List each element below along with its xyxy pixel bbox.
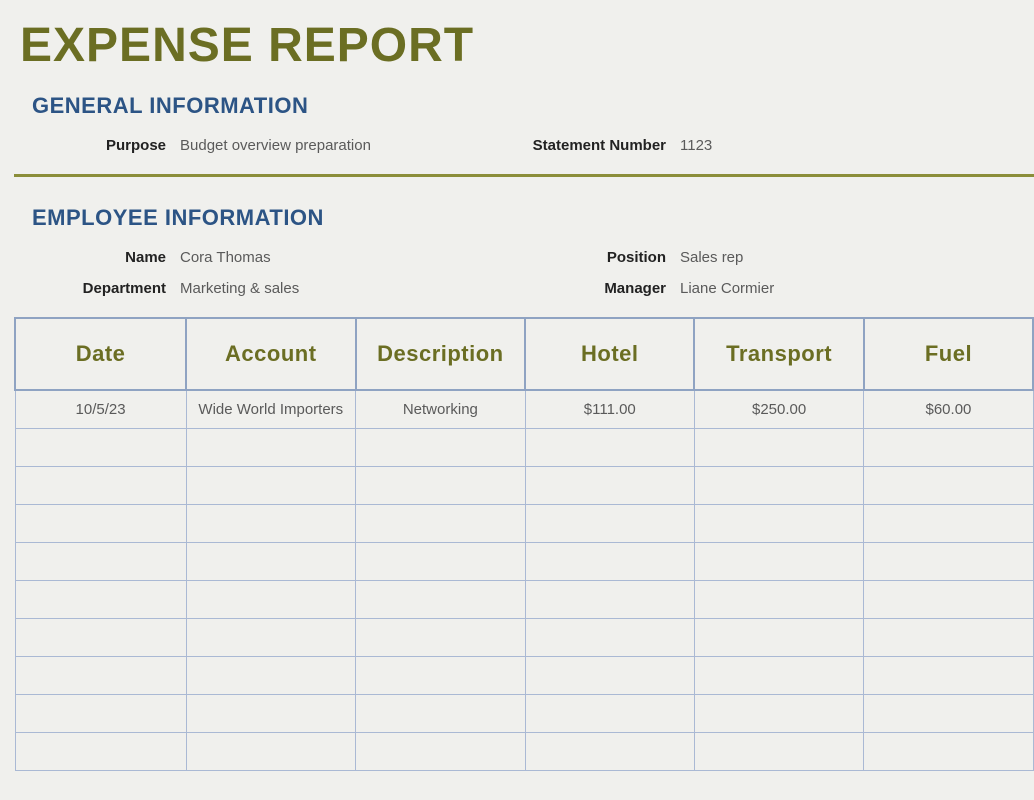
table-row[interactable] <box>15 694 1033 732</box>
col-account: Account <box>186 318 355 390</box>
cell-account[interactable] <box>186 618 355 656</box>
cell-transport[interactable] <box>694 732 864 770</box>
cell-account[interactable] <box>186 580 355 618</box>
cell-fuel[interactable] <box>864 580 1033 618</box>
manager-label: Manager <box>480 280 680 297</box>
cell-hotel[interactable] <box>525 580 694 618</box>
cell-fuel[interactable] <box>864 542 1033 580</box>
table-row[interactable] <box>15 504 1033 542</box>
col-hotel: Hotel <box>525 318 694 390</box>
cell-description[interactable] <box>356 694 526 732</box>
cell-transport[interactable] <box>694 580 864 618</box>
cell-description[interactable]: Networking <box>356 390 526 428</box>
cell-fuel[interactable] <box>864 428 1033 466</box>
cell-fuel[interactable]: $60.00 <box>864 390 1033 428</box>
statement-number-value[interactable]: 1123 <box>680 137 880 154</box>
cell-description[interactable] <box>356 466 526 504</box>
cell-transport[interactable] <box>694 542 864 580</box>
cell-transport[interactable] <box>694 504 864 542</box>
department-label: Department <box>0 280 180 297</box>
cell-account[interactable] <box>186 504 355 542</box>
cell-description[interactable] <box>356 428 526 466</box>
cell-description[interactable] <box>356 542 526 580</box>
table-row[interactable] <box>15 656 1033 694</box>
cell-description[interactable] <box>356 504 526 542</box>
table-row[interactable] <box>15 428 1033 466</box>
col-date: Date <box>15 318 186 390</box>
name-label: Name <box>0 249 180 266</box>
cell-description[interactable] <box>356 732 526 770</box>
table-row[interactable] <box>15 580 1033 618</box>
cell-transport[interactable]: $250.00 <box>694 390 864 428</box>
cell-transport[interactable] <box>694 428 864 466</box>
cell-date[interactable] <box>15 542 186 580</box>
cell-fuel[interactable] <box>864 618 1033 656</box>
col-transport: Transport <box>694 318 864 390</box>
col-description: Description <box>356 318 526 390</box>
cell-hotel[interactable] <box>525 618 694 656</box>
general-info-grid: Purpose Budget overview preparation Stat… <box>0 137 1034 154</box>
statement-number-label: Statement Number <box>480 137 680 154</box>
position-value[interactable]: Sales rep <box>680 249 880 266</box>
cell-fuel[interactable] <box>864 732 1033 770</box>
cell-description[interactable] <box>356 656 526 694</box>
cell-description[interactable] <box>356 580 526 618</box>
cell-account[interactable]: Wide World Importers <box>186 390 355 428</box>
cell-transport[interactable] <box>694 618 864 656</box>
expense-table-header-row: Date Account Description Hotel Transport… <box>15 318 1033 390</box>
cell-account[interactable] <box>186 466 355 504</box>
col-fuel: Fuel <box>864 318 1033 390</box>
cell-hotel[interactable] <box>525 542 694 580</box>
cell-date[interactable] <box>15 732 186 770</box>
cell-date[interactable] <box>15 428 186 466</box>
cell-account[interactable] <box>186 428 355 466</box>
manager-value[interactable]: Liane Cormier <box>680 280 880 297</box>
cell-date[interactable] <box>15 618 186 656</box>
cell-hotel[interactable] <box>525 504 694 542</box>
cell-transport[interactable] <box>694 466 864 504</box>
cell-date[interactable] <box>15 466 186 504</box>
purpose-label: Purpose <box>0 137 180 154</box>
employee-info-grid: Name Cora Thomas Position Sales rep Depa… <box>0 249 1034 297</box>
position-label: Position <box>480 249 680 266</box>
cell-transport[interactable] <box>694 656 864 694</box>
cell-account[interactable] <box>186 656 355 694</box>
cell-transport[interactable] <box>694 694 864 732</box>
cell-hotel[interactable] <box>525 656 694 694</box>
general-info-heading: GENERAL INFORMATION <box>0 81 1034 137</box>
name-value[interactable]: Cora Thomas <box>180 249 480 266</box>
cell-fuel[interactable] <box>864 504 1033 542</box>
department-value[interactable]: Marketing & sales <box>180 280 480 297</box>
cell-date[interactable] <box>15 694 186 732</box>
cell-date[interactable] <box>15 504 186 542</box>
cell-fuel[interactable] <box>864 466 1033 504</box>
cell-hotel[interactable] <box>525 694 694 732</box>
expense-table-body: 10/5/23Wide World ImportersNetworking$11… <box>15 390 1033 770</box>
cell-fuel[interactable] <box>864 656 1033 694</box>
cell-account[interactable] <box>186 732 355 770</box>
cell-fuel[interactable] <box>864 694 1033 732</box>
page-title: EXPENSE REPORT <box>0 0 1034 81</box>
cell-account[interactable] <box>186 694 355 732</box>
employee-info-heading: EMPLOYEE INFORMATION <box>0 193 1034 249</box>
expense-table: Date Account Description Hotel Transport… <box>14 317 1034 771</box>
cell-hotel[interactable]: $111.00 <box>525 390 694 428</box>
cell-hotel[interactable] <box>525 466 694 504</box>
table-row[interactable] <box>15 542 1033 580</box>
table-row[interactable]: 10/5/23Wide World ImportersNetworking$11… <box>15 390 1033 428</box>
section-divider <box>14 174 1034 177</box>
purpose-value[interactable]: Budget overview preparation <box>180 137 480 154</box>
cell-description[interactable] <box>356 618 526 656</box>
table-row[interactable] <box>15 732 1033 770</box>
cell-date[interactable] <box>15 656 186 694</box>
cell-date[interactable]: 10/5/23 <box>15 390 186 428</box>
cell-hotel[interactable] <box>525 732 694 770</box>
cell-hotel[interactable] <box>525 428 694 466</box>
table-row[interactable] <box>15 618 1033 656</box>
cell-account[interactable] <box>186 542 355 580</box>
cell-date[interactable] <box>15 580 186 618</box>
table-row[interactable] <box>15 466 1033 504</box>
